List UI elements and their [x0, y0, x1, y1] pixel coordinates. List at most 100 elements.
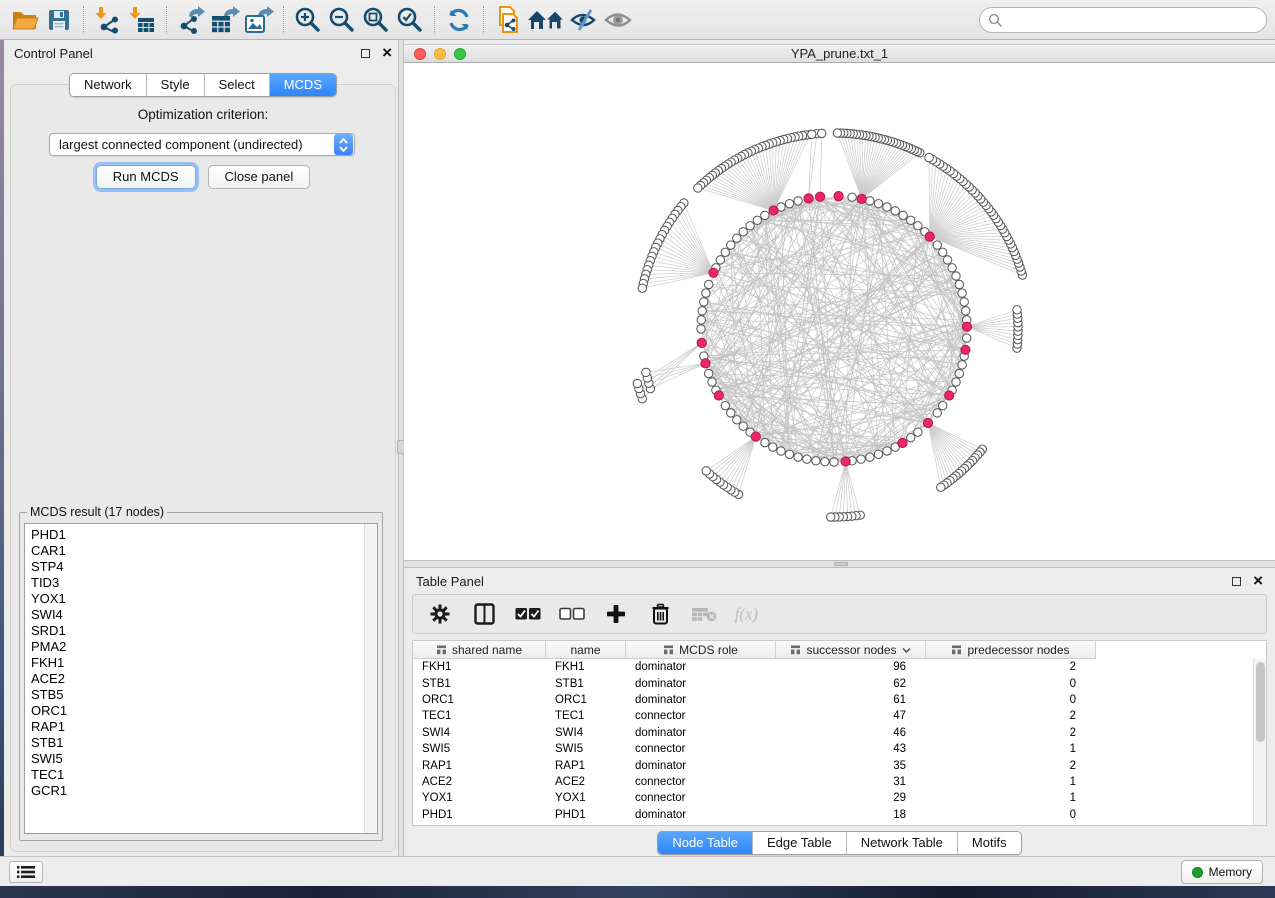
task-history-button[interactable]: [9, 861, 43, 883]
search-input[interactable]: [979, 7, 1267, 33]
column-header-predecessor-nodes[interactable]: predecessor nodes: [926, 641, 1096, 658]
export-table-button[interactable]: [208, 4, 242, 36]
first-neighbors-button[interactable]: [525, 4, 567, 36]
export-image-button[interactable]: [242, 4, 276, 36]
table-row[interactable]: RAP1RAP1dominator352: [413, 757, 1253, 773]
import-network-button[interactable]: [91, 4, 125, 36]
tab-style[interactable]: Style: [147, 74, 205, 96]
network-canvas[interactable]: .chord{stroke:#c2c2c2;stroke-width:.75;o…: [404, 63, 1275, 560]
delete-table-button[interactable]: [689, 599, 719, 629]
desktop-edge-bottom: [0, 886, 1275, 898]
delete-table-icon: [691, 606, 717, 622]
mcds-result-item[interactable]: RAP1: [25, 719, 377, 735]
control-panel: Control Panel × NetworkStyleSelectMCDS O…: [4, 40, 402, 856]
table-cell: 96: [776, 661, 926, 673]
optimization-criterion-select[interactable]: largest connected component (undirected): [49, 133, 355, 156]
clone-network-button[interactable]: [491, 4, 525, 36]
table-row[interactable]: ACE2ACE2connector311: [413, 774, 1253, 790]
table-cell: 47: [776, 710, 926, 722]
mcds-result-item[interactable]: STB1: [25, 735, 377, 751]
mcds-result-item[interactable]: PMA2: [25, 639, 377, 655]
mcds-result-item[interactable]: PHD1: [25, 527, 377, 543]
table-row[interactable]: PHD1PHD1dominator180: [413, 807, 1253, 823]
export-table-icon: [210, 6, 240, 34]
select-all-button[interactable]: [513, 599, 543, 629]
import-network-icon: [95, 6, 121, 34]
table-cell: TEC1: [546, 710, 626, 722]
toolbar-separator: [83, 6, 84, 34]
mcds-result-item[interactable]: CAR1: [25, 543, 377, 559]
hide-selected-button[interactable]: [567, 4, 601, 36]
tab-node-table[interactable]: Node Table: [658, 832, 753, 854]
mcds-result-item[interactable]: STP4: [25, 559, 377, 575]
mcds-result-item[interactable]: FKH1: [25, 655, 377, 671]
mcds-result-list[interactable]: PHD1CAR1STP4TID3YOX1SWI4SRD1PMA2FKH1ACE2…: [24, 523, 378, 834]
column-header-MCDS-role[interactable]: MCDS role: [626, 641, 776, 658]
save-session-button[interactable]: [42, 4, 76, 36]
table-row[interactable]: STB1STB1dominator620: [413, 675, 1253, 691]
mcds-result-item[interactable]: ACE2: [25, 671, 377, 687]
mcds-result-item[interactable]: TID3: [25, 575, 377, 591]
run-mcds-button[interactable]: Run MCDS: [96, 165, 196, 189]
show-column-button[interactable]: [469, 599, 499, 629]
tab-network-table[interactable]: Network Table: [847, 832, 958, 854]
table-row[interactable]: FKH1FKH1dominator962: [413, 659, 1253, 675]
open-session-button[interactable]: [8, 4, 42, 36]
float-panel-icon[interactable]: [361, 49, 370, 58]
mcds-result-item[interactable]: GCR1: [25, 783, 377, 799]
column-header-name[interactable]: name: [546, 641, 626, 658]
table-row[interactable]: ORC1ORC1dominator610: [413, 692, 1253, 708]
table-row[interactable]: TEC1TEC1connector472: [413, 708, 1253, 724]
table-scrollbar[interactable]: [1253, 659, 1266, 825]
table-row[interactable]: SWI5SWI5connector431: [413, 741, 1253, 757]
tab-mcds[interactable]: MCDS: [270, 74, 336, 96]
table-cell: 31: [776, 776, 926, 788]
show-all-button[interactable]: [601, 4, 635, 36]
mcds-result-item[interactable]: YOX1: [25, 591, 377, 607]
table-cell: PHD1: [546, 809, 626, 821]
memory-status-icon: [1192, 867, 1203, 878]
close-panel-icon[interactable]: ×: [1253, 576, 1263, 586]
tab-motifs[interactable]: Motifs: [958, 832, 1021, 854]
table-settings-button[interactable]: [425, 599, 455, 629]
splitter-grip[interactable]: [834, 562, 848, 566]
tab-edge-table[interactable]: Edge Table: [753, 832, 847, 854]
float-panel-icon[interactable]: [1232, 577, 1241, 586]
scrollbar-thumb[interactable]: [1256, 662, 1265, 742]
column-namespace-icon: [790, 645, 801, 655]
table-row[interactable]: YOX1YOX1connector291: [413, 790, 1253, 806]
mcds-result-item[interactable]: SWI5: [25, 751, 377, 767]
export-network-button[interactable]: [174, 4, 208, 36]
apply-layout-button[interactable]: [442, 4, 476, 36]
close-panel-icon[interactable]: ×: [382, 48, 392, 58]
mcds-result-item[interactable]: STB5: [25, 687, 377, 703]
mcds-result-item[interactable]: SRD1: [25, 623, 377, 639]
function-builder-button[interactable]: f(x): [733, 599, 763, 629]
import-table-button[interactable]: [125, 4, 159, 36]
horizontal-splitter[interactable]: [404, 560, 1275, 568]
delete-column-button[interactable]: [645, 599, 675, 629]
column-header-successor-nodes[interactable]: successor nodes: [776, 641, 926, 658]
zoom-fit-button[interactable]: [359, 4, 393, 36]
deselect-all-button[interactable]: [557, 599, 587, 629]
table-row[interactable]: SWI4SWI4dominator462: [413, 725, 1253, 741]
column-header-shared-name[interactable]: shared name: [413, 641, 546, 658]
create-column-button[interactable]: [601, 599, 631, 629]
tab-network[interactable]: Network: [70, 74, 147, 96]
zoom-in-button[interactable]: [291, 4, 325, 36]
memory-button[interactable]: Memory: [1181, 860, 1263, 884]
mcds-result-item[interactable]: TEC1: [25, 767, 377, 783]
zoom-selected-button[interactable]: [393, 4, 427, 36]
close-panel-button[interactable]: Close panel: [208, 165, 311, 189]
toolbar-separator: [166, 6, 167, 34]
zoom-out-button[interactable]: [325, 4, 359, 36]
table-cell: connector: [626, 743, 776, 755]
mcds-result-item[interactable]: ORC1: [25, 703, 377, 719]
network-window-titlebar[interactable]: YPA_prune.txt_1: [404, 44, 1275, 63]
mcds-result-item[interactable]: SWI4: [25, 607, 377, 623]
network-view: .chord{stroke:#c2c2c2;stroke-width:.75;o…: [404, 63, 1275, 560]
mcds-list-scrollbar[interactable]: [364, 524, 377, 833]
columns-icon: [474, 603, 495, 625]
tab-select[interactable]: Select: [205, 74, 270, 96]
table-cell: 1: [926, 776, 1096, 788]
